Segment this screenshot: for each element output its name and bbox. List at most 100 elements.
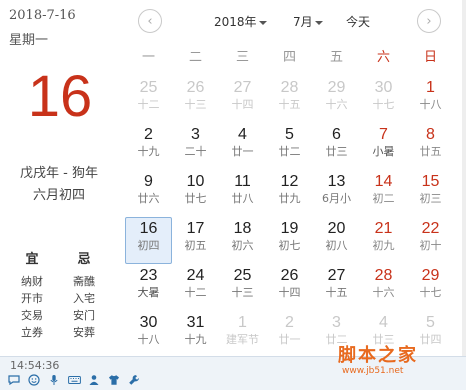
day-cell[interactable]: 25 十三: [219, 264, 266, 311]
day-cell[interactable]: 11 廿八: [219, 170, 266, 217]
yi-column: 宜 纳财 开市 交易 立券: [12, 248, 52, 341]
day-cell[interactable]: 18 初六: [219, 217, 266, 264]
lunar-day: 廿八: [231, 192, 254, 205]
day-number: 7: [379, 126, 388, 143]
lunar-day: 大暑: [137, 286, 160, 299]
day-cell[interactable]: 8 廿五: [407, 123, 454, 170]
day-cell[interactable]: 10 廿七: [172, 170, 219, 217]
lunar-day: 十五: [325, 286, 348, 299]
day-cell[interactable]: 12 廿九: [266, 170, 313, 217]
mic-icon[interactable]: [45, 373, 63, 387]
day-number: 18: [233, 220, 252, 237]
lunar-day: 廿三: [325, 145, 348, 158]
ji-item: 入宅: [73, 292, 95, 305]
chevron-down-icon: [258, 20, 267, 25]
day-cell[interactable]: 9 廿六: [125, 170, 172, 217]
day-cell[interactable]: 30 十八: [125, 311, 172, 358]
day-number: 10: [186, 173, 205, 190]
lunar-day: 十六: [372, 286, 395, 299]
yi-heading: 宜: [25, 252, 39, 267]
day-number: 30: [374, 79, 393, 96]
lunar-day: 十三: [231, 286, 254, 299]
day-number: 24: [186, 267, 205, 284]
week-row: 16 初四 17 初五 18 初六 19 初七 20 初八 21 初九 22 初十: [125, 217, 455, 264]
year-dropdown[interactable]: 2018年: [214, 13, 267, 30]
day-cell[interactable]: 14 初二: [360, 170, 407, 217]
day-cell[interactable]: 30 十七: [360, 76, 407, 123]
day-cell[interactable]: 26 十四: [266, 264, 313, 311]
day-cell[interactable]: 7 小暑: [360, 123, 407, 170]
day-number: 1: [238, 314, 247, 331]
day-cell[interactable]: 22 初十: [407, 217, 454, 264]
wrench-icon[interactable]: [125, 373, 143, 387]
scrollbar[interactable]: [462, 0, 466, 356]
day-number: 25: [139, 79, 158, 96]
lunar-day: 初二: [372, 192, 395, 205]
full-date: 2018-7-16: [9, 8, 76, 23]
smile-icon[interactable]: [25, 373, 43, 387]
day-cell[interactable]: 3 二十: [172, 123, 219, 170]
day-cell[interactable]: 1 建军节: [219, 311, 266, 358]
day-number: 6: [332, 126, 341, 143]
yi-item: 立券: [21, 326, 43, 339]
day-cell[interactable]: 5 廿二: [266, 123, 313, 170]
month-dropdown[interactable]: 7月: [293, 13, 323, 30]
weekday-wed: 三: [235, 50, 249, 65]
yi-item: 开市: [21, 292, 43, 305]
day-cell[interactable]: 1 十八: [407, 76, 454, 123]
watermark-logo: 脚本之家: [338, 345, 418, 366]
week-row: 25 十二 26 十三 27 十四 28 十五 29 十六 30 十七 1 十八: [125, 76, 455, 123]
day-cell[interactable]: 4 廿一: [219, 123, 266, 170]
keyboard-icon[interactable]: [65, 373, 83, 387]
day-cell[interactable]: 2 十九: [125, 123, 172, 170]
day-cell[interactable]: 29 十七: [407, 264, 454, 311]
day-cell[interactable]: 28 十五: [266, 76, 313, 123]
day-cell[interactable]: 28 十六: [360, 264, 407, 311]
lunar-day: 十九: [137, 145, 160, 158]
day-cell[interactable]: 25 十二: [125, 76, 172, 123]
day-cell[interactable]: 2 廿一: [266, 311, 313, 358]
next-month-button[interactable]: ›: [417, 9, 441, 33]
day-cell-selected[interactable]: 16 初四: [125, 217, 172, 264]
lunar-day: 初九: [372, 239, 395, 252]
lunar-day: 十八: [137, 333, 160, 346]
lunar-day: 廿二: [278, 145, 301, 158]
day-number: 3: [191, 126, 200, 143]
day-cell[interactable]: 20 初八: [313, 217, 360, 264]
lunar-day: 廿一: [278, 333, 301, 346]
lunar-day: 初四: [137, 239, 160, 252]
prev-month-button[interactable]: ‹: [138, 9, 162, 33]
day-cell[interactable]: 26 十三: [172, 76, 219, 123]
day-cell[interactable]: 27 十四: [219, 76, 266, 123]
lunar-day: 初七: [278, 239, 301, 252]
day-cell[interactable]: 6 廿三: [313, 123, 360, 170]
person-icon[interactable]: [85, 373, 103, 387]
watermark-url: www.jb51.net: [342, 366, 404, 376]
day-number: 27: [327, 267, 346, 284]
day-cell[interactable]: 19 初七: [266, 217, 313, 264]
day-number: 19: [280, 220, 299, 237]
weekday-sun: 日: [423, 50, 437, 65]
day-number: 3: [332, 314, 341, 331]
day-cell[interactable]: 27 十五: [313, 264, 360, 311]
day-cell[interactable]: 21 初九: [360, 217, 407, 264]
day-cell[interactable]: 24 十二: [172, 264, 219, 311]
today-button[interactable]: 今天: [346, 13, 370, 30]
day-number: 30: [139, 314, 158, 331]
day-number: 5: [426, 314, 435, 331]
weekday-tue: 二: [188, 50, 202, 65]
lunar-day: 6月小: [322, 192, 351, 205]
ganzhi-year: 戊戌年 - 狗年: [20, 166, 98, 181]
day-number: 29: [327, 79, 346, 96]
shirt-icon[interactable]: [105, 373, 123, 387]
lunar-day: 廿九: [278, 192, 301, 205]
lunar-day: 十七: [419, 286, 442, 299]
day-cell[interactable]: 13 6月小: [313, 170, 360, 217]
day-cell[interactable]: 29 十六: [313, 76, 360, 123]
day-number: 26: [280, 267, 299, 284]
day-cell[interactable]: 23 大暑: [125, 264, 172, 311]
day-cell[interactable]: 15 初三: [407, 170, 454, 217]
day-cell[interactable]: 17 初五: [172, 217, 219, 264]
comment-icon[interactable]: [5, 373, 23, 387]
day-cell[interactable]: 31 十九: [172, 311, 219, 358]
